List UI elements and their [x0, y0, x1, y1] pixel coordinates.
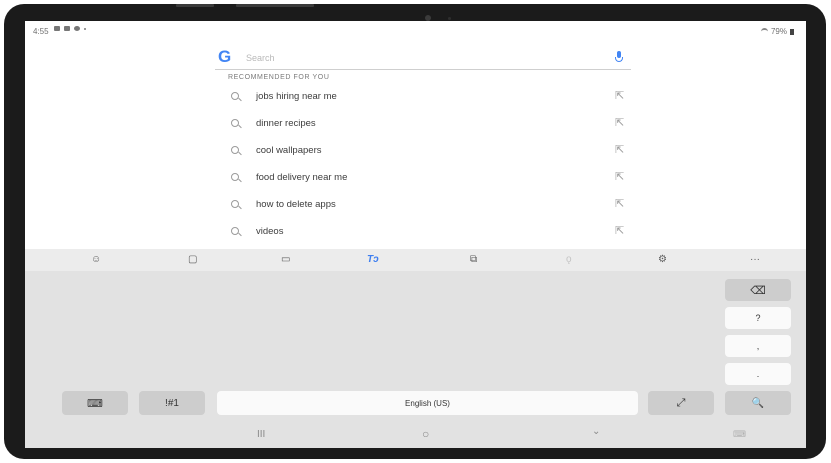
power-button	[176, 4, 214, 7]
suggestion-text: jobs hiring near me	[256, 91, 337, 102]
settings-icon[interactable]: ⚙	[658, 254, 667, 266]
more-icon[interactable]: ···	[750, 254, 760, 266]
question-mark-key[interactable]: ?	[725, 307, 791, 329]
sticker-icon[interactable]: ▢	[188, 254, 197, 266]
home-button[interactable]: ○	[422, 427, 429, 441]
keyboard-toggle-icon[interactable]: ⌨	[733, 429, 746, 440]
fill-query-arrow-icon[interactable]: ⇱	[615, 224, 624, 237]
voice-search-icon[interactable]	[615, 51, 623, 62]
search-bar[interactable]: G	[215, 46, 631, 70]
suggestion-text: food delivery near me	[256, 172, 348, 183]
emoji-icon[interactable]: ☺	[91, 254, 101, 266]
symbols-key[interactable]: !#1	[139, 391, 205, 415]
suggestion-item[interactable]: videos ⇱	[215, 220, 635, 246]
navigation-bar: III ○ ⌄ ⌨	[25, 421, 806, 448]
search-key[interactable]: 🔍	[725, 391, 791, 415]
status-time: 4:55	[33, 27, 49, 36]
google-logo-icon: G	[218, 47, 232, 66]
keyboard-toolbar: ☺ ▢ ▭ Tↄ ⧉ ǫ ⚙ ···	[25, 249, 806, 271]
suggestion-text: videos	[256, 226, 284, 237]
battery-icon	[790, 28, 794, 35]
notification-icons	[54, 26, 86, 31]
clipboard-icon[interactable]: ⧉	[470, 254, 477, 266]
screen: 4:55 79% G RECOMMENDED FOR YOU jobs hiri	[25, 21, 806, 448]
battery-percentage: 79%	[770, 27, 787, 36]
suggestion-item[interactable]: dinner recipes ⇱	[215, 112, 635, 138]
keyboard-switch-key[interactable]: ⌨	[62, 391, 128, 415]
back-button[interactable]: ⌄	[592, 426, 600, 437]
search-icon	[231, 146, 239, 154]
suggestion-item[interactable]: how to delete apps ⇱	[215, 193, 635, 219]
voice-input-icon[interactable]: ǫ	[566, 254, 572, 266]
status-bar: 4:55 79%	[25, 21, 806, 39]
fill-query-arrow-icon[interactable]: ⇱	[615, 170, 624, 183]
volume-button	[236, 4, 314, 7]
handwriting-icon[interactable]: Tↄ	[367, 254, 379, 266]
comma-key[interactable]: ,	[725, 335, 791, 357]
settings-notification-icon	[74, 26, 80, 31]
recommended-header: RECOMMENDED FOR YOU	[228, 74, 330, 81]
period-key[interactable]: .	[725, 363, 791, 385]
gallery-notification-icon	[54, 26, 60, 31]
search-icon	[231, 200, 239, 208]
space-key[interactable]: English (US)	[217, 391, 638, 415]
suggestion-text: cool wallpapers	[256, 145, 322, 156]
search-icon	[231, 119, 239, 127]
search-input[interactable]	[246, 51, 586, 65]
fill-query-arrow-icon[interactable]: ⇱	[615, 143, 624, 156]
backspace-key[interactable]: ⌫	[725, 279, 791, 301]
suggestion-item[interactable]: cool wallpapers ⇱	[215, 139, 635, 165]
keyboard: ⌫ ? , . ⌨ !#1 English (US) ⤢ 🔍	[25, 271, 806, 421]
wifi-icon	[760, 27, 768, 36]
search-icon	[231, 92, 239, 100]
more-notifications-dot-icon	[84, 27, 86, 30]
photo-notification-icon	[64, 26, 70, 31]
fill-query-arrow-icon[interactable]: ⇱	[615, 89, 624, 102]
fill-query-arrow-icon[interactable]: ⇱	[615, 197, 624, 210]
search-icon	[231, 227, 239, 235]
light-sensor	[448, 17, 451, 20]
status-right: 79%	[760, 27, 794, 36]
gif-icon[interactable]: ▭	[281, 254, 290, 266]
suggestion-item[interactable]: food delivery near me ⇱	[215, 166, 635, 192]
expand-keyboard-key[interactable]: ⤢	[648, 391, 714, 415]
tablet-frame: 4:55 79% G RECOMMENDED FOR YOU jobs hiri	[4, 4, 826, 459]
suggestion-item[interactable]: jobs hiring near me ⇱	[215, 85, 635, 111]
recents-button[interactable]: III	[257, 429, 265, 440]
suggestion-text: how to delete apps	[256, 199, 336, 210]
fill-query-arrow-icon[interactable]: ⇱	[615, 116, 624, 129]
suggestion-text: dinner recipes	[256, 118, 316, 129]
search-icon	[231, 173, 239, 181]
